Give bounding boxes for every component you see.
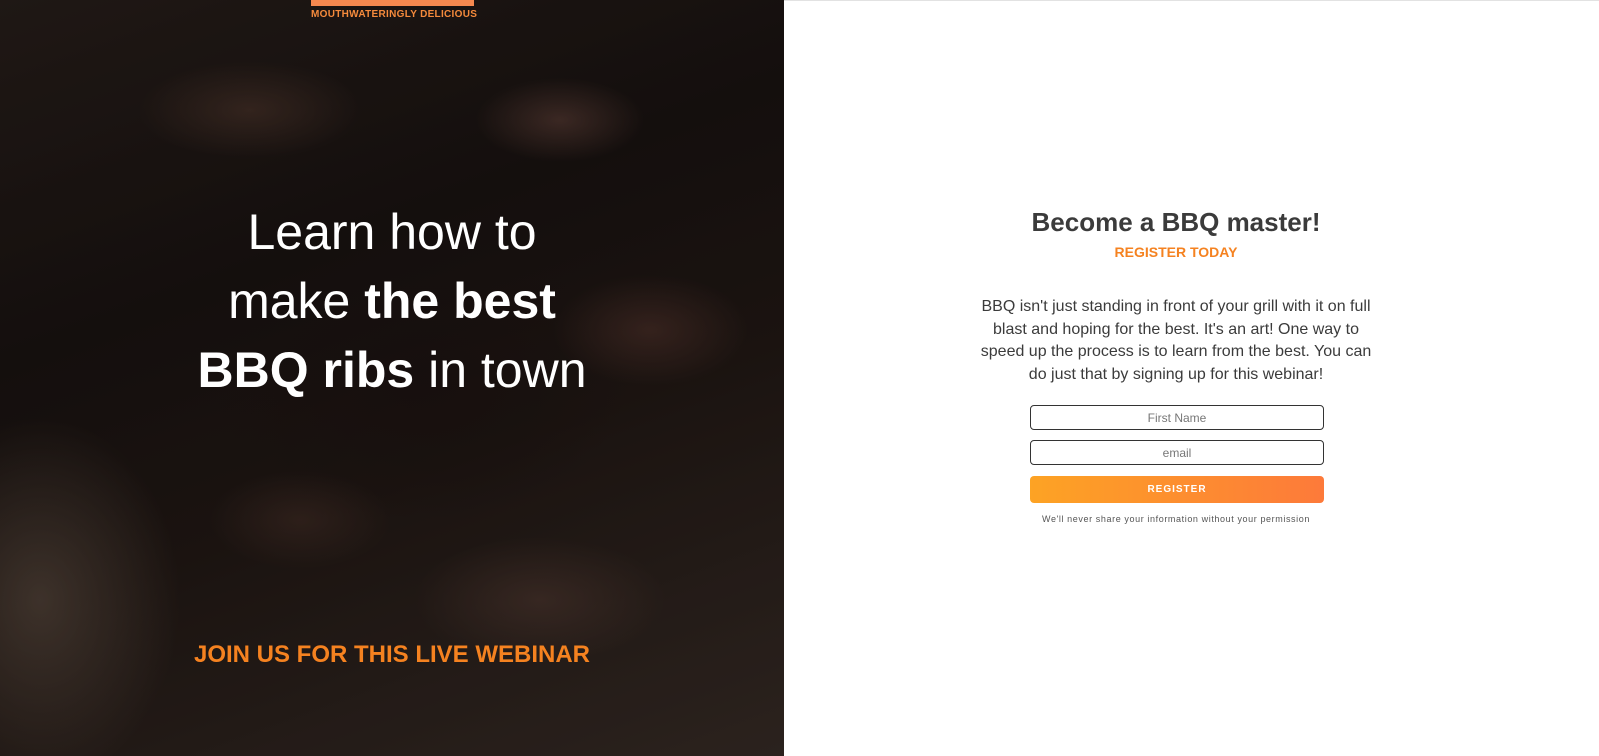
join-webinar-text: JOIN US FOR THIS LIVE WEBINAR: [193, 641, 591, 668]
top-divider: [784, 0, 1599, 1]
form-subtitle: REGISTER TODAY: [1114, 244, 1238, 260]
privacy-note: We'll never share your information witho…: [1042, 514, 1310, 524]
email-input[interactable]: [1030, 440, 1324, 465]
landing-page: MOUTHWATERINGLY DELICIOUS Learn how to m…: [0, 0, 1599, 756]
form-description: BBQ isn't just standing in front of your…: [980, 298, 1372, 383]
hero-panel: MOUTHWATERINGLY DELICIOUS Learn how to m…: [0, 0, 784, 756]
register-button[interactable]: REGISTER: [1030, 476, 1324, 503]
hero-tagline: MOUTHWATERINGLY DELICIOUS: [311, 9, 478, 20]
headline-text-2: in town: [414, 342, 587, 398]
form-title: Become a BBQ master!: [1031, 207, 1321, 237]
hero-headline: Learn how to make the best BBQ ribs in t…: [192, 198, 592, 405]
tagline-accent-bar: [311, 0, 474, 6]
first-name-input[interactable]: [1030, 405, 1324, 430]
